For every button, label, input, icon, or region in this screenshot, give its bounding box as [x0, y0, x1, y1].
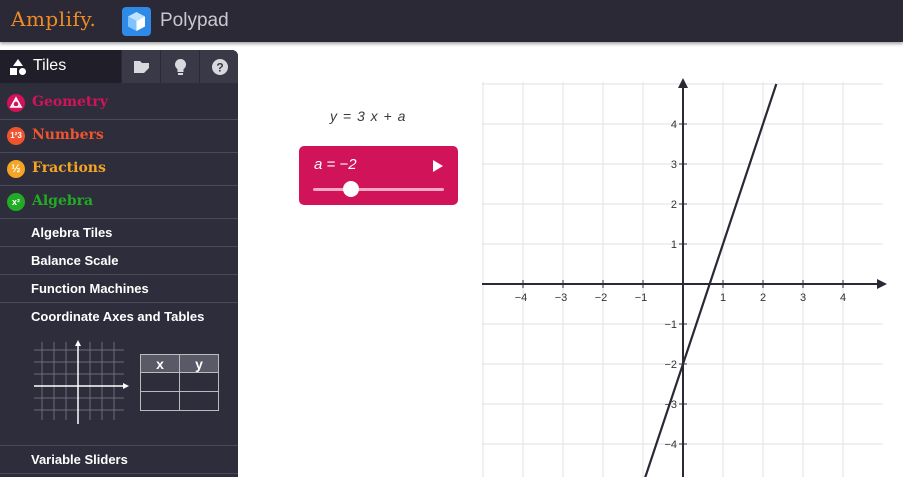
x-tick-label: 4 — [840, 292, 846, 304]
y-tick-label: 4 — [671, 119, 677, 131]
x-tick-label: 2 — [760, 292, 766, 304]
x-tick-label: −4 — [515, 292, 528, 304]
x-tick-label: −3 — [555, 292, 568, 304]
y-tick-label: −1 — [664, 319, 677, 331]
y-tick-label: 3 — [671, 159, 677, 171]
y-axis-arrow — [678, 78, 688, 88]
x-tick-label: 3 — [800, 292, 806, 304]
x-tick-label: 1 — [720, 292, 726, 304]
y-tick-label: 2 — [671, 199, 677, 211]
x-tick-label: −1 — [635, 292, 648, 304]
x-tick-label: −2 — [595, 292, 608, 304]
coordinate-graph[interactable]: −4 −3 −2 −1 1 2 3 44321−1−2−3−4 — [0, 0, 903, 477]
function-line[interactable] — [643, 83, 778, 477]
y-tick-label: 1 — [671, 239, 677, 251]
y-tick-label: −2 — [664, 359, 677, 371]
x-axis-arrow — [877, 279, 887, 289]
y-tick-label: −4 — [664, 439, 677, 451]
